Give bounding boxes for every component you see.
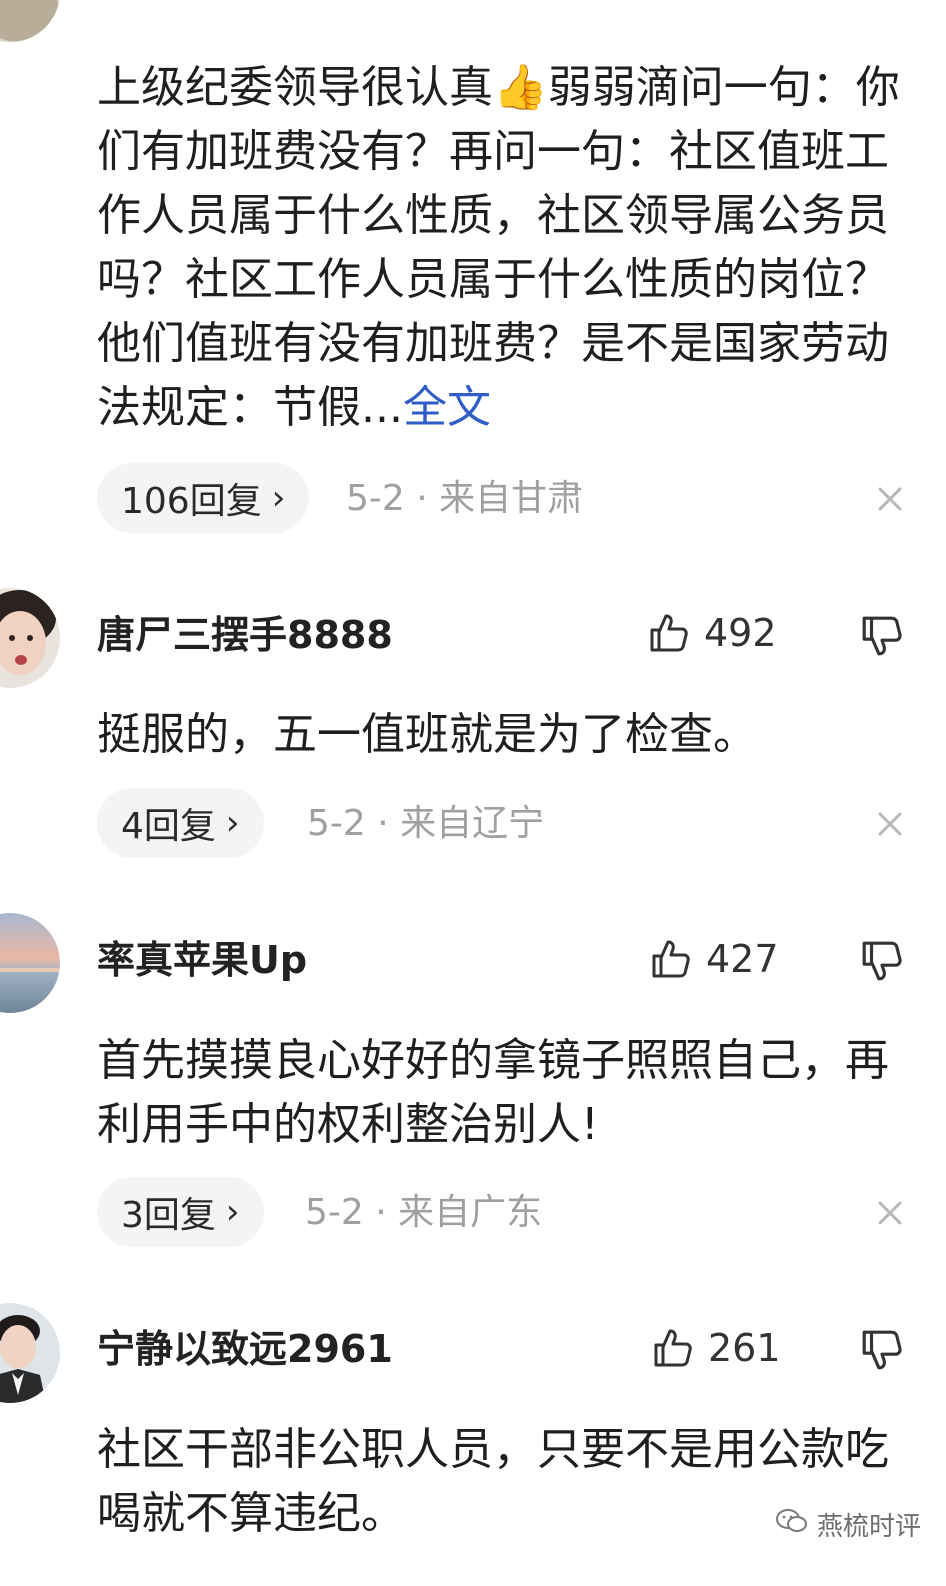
reply-count-button[interactable]: 4回复 › bbox=[97, 788, 264, 858]
thumbs-down-icon[interactable] bbox=[860, 1328, 904, 1372]
comment-body: 首先摸摸良心好好的拿镜子照照自己，再利用手中的权利整治别人! bbox=[97, 1035, 889, 1150]
thumbs-up-icon bbox=[650, 938, 692, 980]
avatar[interactable] bbox=[0, 1303, 60, 1403]
comment-meta: 5-2 · 来自广东 bbox=[305, 1192, 543, 1233]
watermark-text: 燕梳时评 bbox=[817, 1512, 922, 1542]
avatar[interactable] bbox=[0, 913, 60, 1013]
wechat-icon bbox=[775, 1507, 809, 1542]
close-icon[interactable] bbox=[872, 1195, 908, 1235]
thumbs-down-icon[interactable] bbox=[860, 614, 904, 658]
like-count: 261 bbox=[708, 1326, 781, 1370]
username[interactable]: 率真苹果Up bbox=[97, 941, 307, 979]
comment-body: 上级纪委领导很认真👍弱弱滴问一句：你们有加班费没有？再问一句：社区值班工作人员属… bbox=[97, 62, 900, 433]
reply-count-label: 4回复 bbox=[121, 806, 216, 847]
username[interactable]: 唐尸三摆手8888 bbox=[97, 616, 393, 654]
username[interactable]: 宁静以致远2961 bbox=[97, 1330, 393, 1368]
comment-body: 挺服的，五一值班就是为了检查。 bbox=[97, 709, 757, 760]
reply-count-button[interactable]: 106回复 › bbox=[97, 463, 310, 533]
reply-count-button[interactable]: 3回复 › bbox=[97, 1177, 264, 1247]
expand-full-text-link[interactable]: 全文 bbox=[403, 382, 491, 433]
watermark: 燕梳时评 bbox=[775, 1506, 921, 1543]
like-count: 492 bbox=[704, 611, 777, 655]
like-count: 427 bbox=[706, 937, 779, 981]
close-icon[interactable] bbox=[872, 481, 908, 521]
comment-meta: 5-2 · 来自辽宁 bbox=[307, 803, 545, 844]
like-button[interactable]: 492 bbox=[648, 612, 777, 654]
thumbs-up-icon bbox=[648, 612, 690, 654]
comment-meta: 5-2 · 来自甘肃 bbox=[346, 478, 584, 519]
chevron-right-icon: › bbox=[271, 478, 286, 518]
avatar[interactable] bbox=[0, 0, 60, 42]
chevron-right-icon: › bbox=[225, 803, 240, 843]
like-button[interactable]: 261 bbox=[652, 1327, 781, 1369]
thumbs-up-icon bbox=[652, 1327, 694, 1369]
chevron-right-icon: › bbox=[225, 1192, 240, 1232]
thumbs-down-icon[interactable] bbox=[860, 939, 904, 983]
reply-count-label: 3回复 bbox=[121, 1195, 216, 1236]
close-icon[interactable] bbox=[872, 806, 908, 846]
like-button[interactable]: 427 bbox=[650, 938, 779, 980]
reply-count-label: 106回复 bbox=[121, 481, 262, 522]
avatar[interactable] bbox=[0, 588, 60, 688]
